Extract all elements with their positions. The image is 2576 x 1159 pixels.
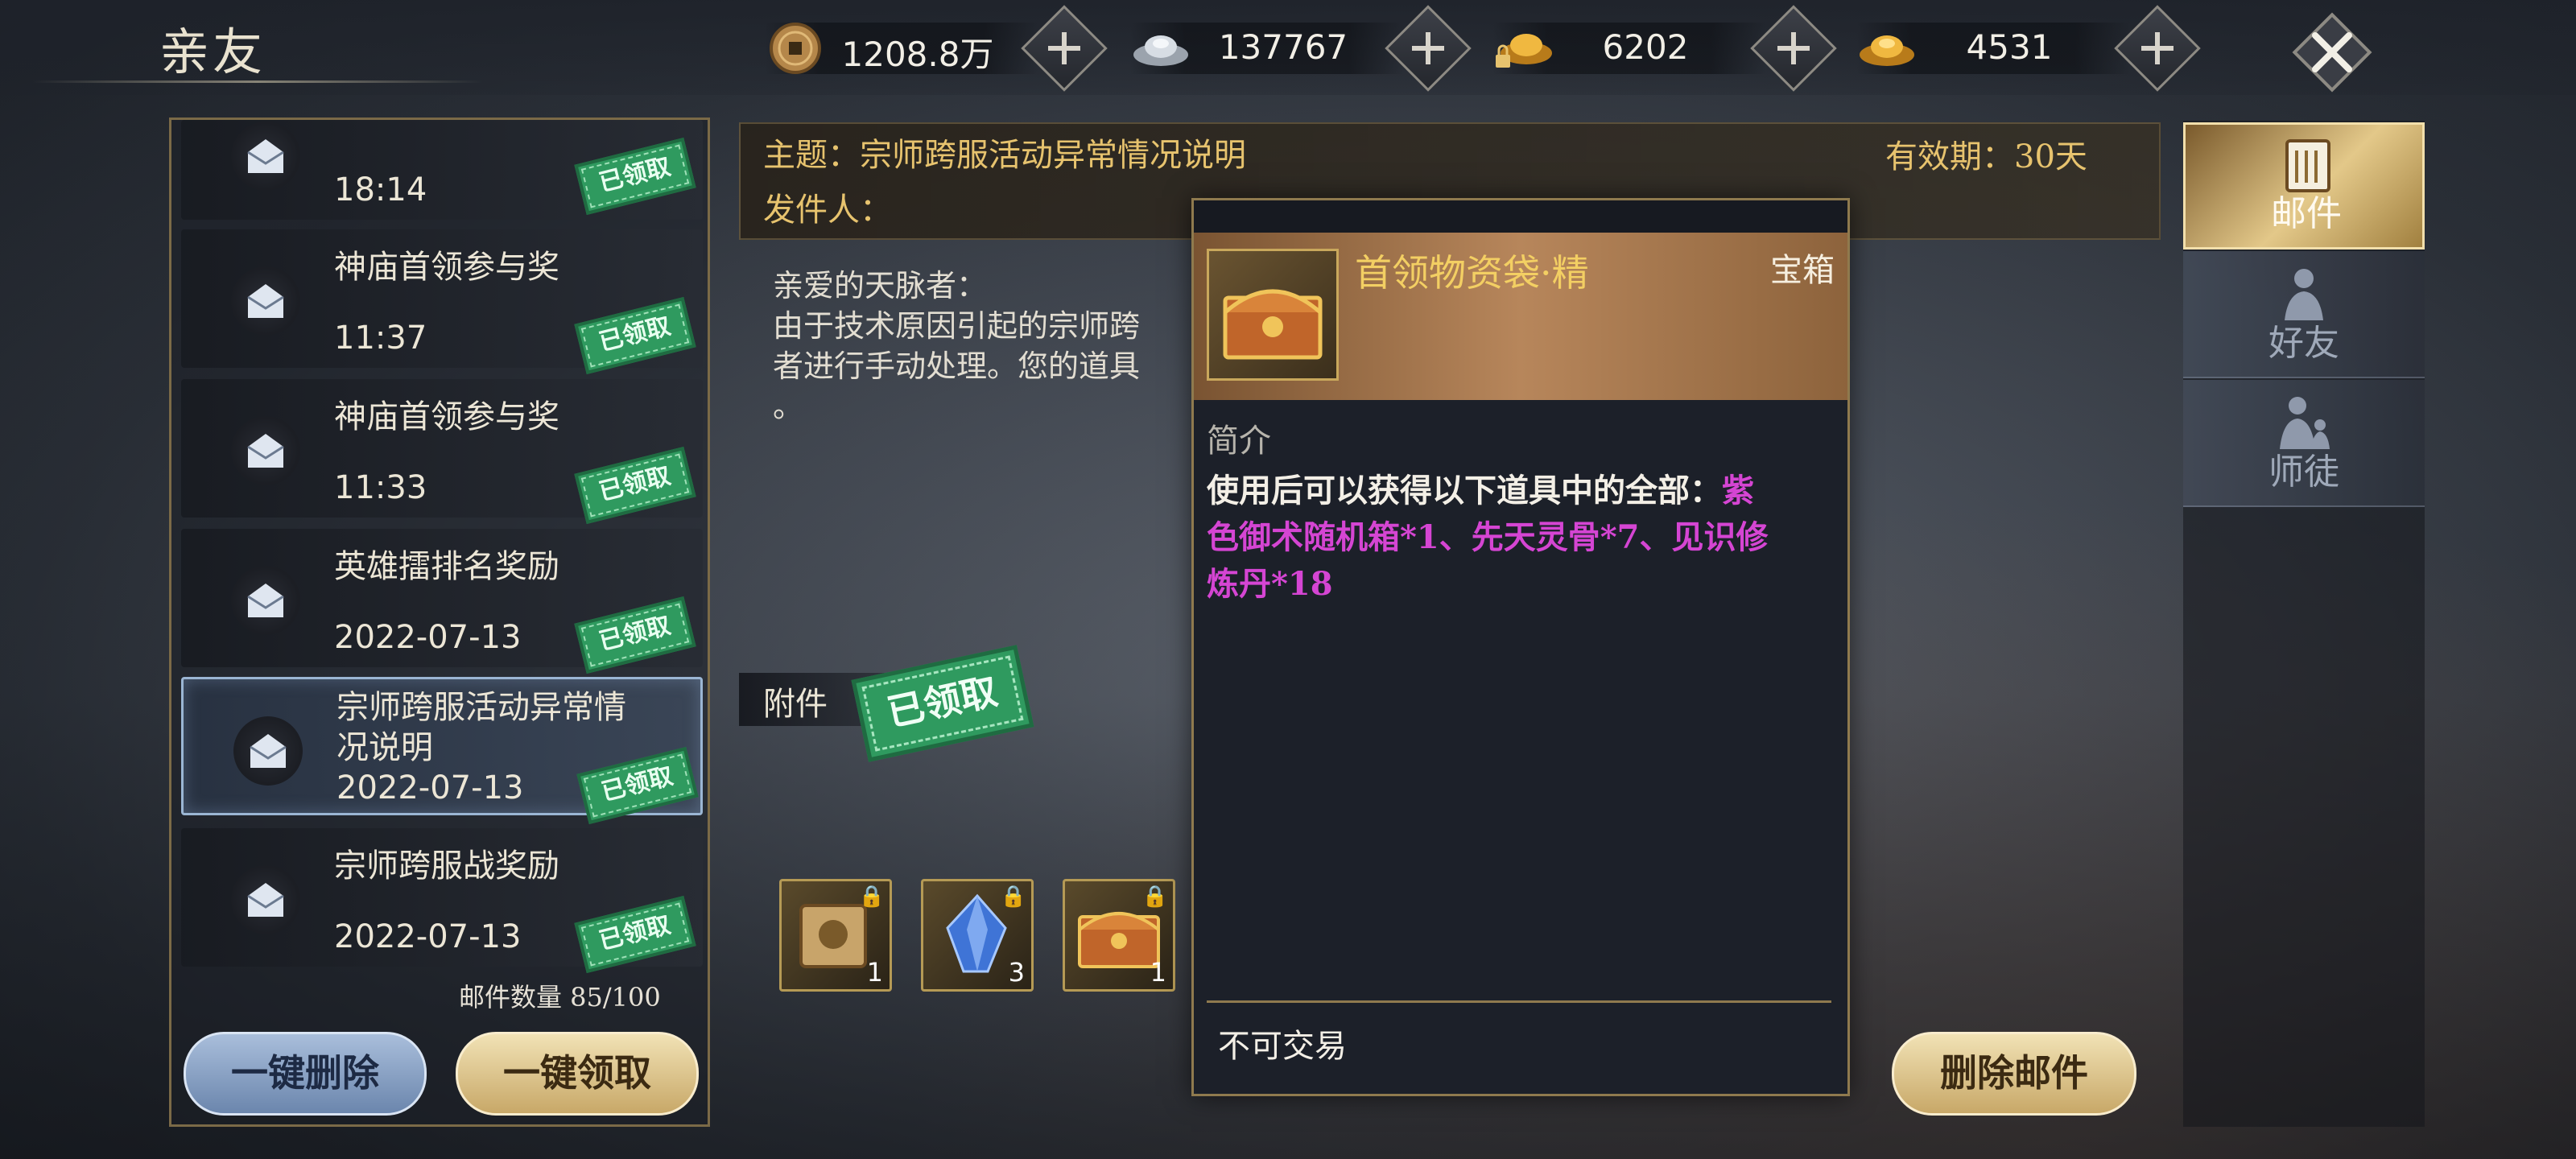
add-copper-button[interactable]: [1021, 5, 1108, 92]
envelope-icon: [231, 266, 300, 336]
mail-count: 邮件数量 85/100: [459, 982, 661, 1013]
top-bar: 亲友 1208.8万 137767 6202 4531: [0, 0, 2576, 95]
mail-title: 神庙首领参与奖: [334, 249, 559, 286]
gold-ingot-icon: [1860, 35, 1914, 66]
lock-icon: 🔒: [1000, 885, 1026, 909]
item-description: 使用后可以获得以下道具中的全部：紫 色御术随机箱*1、先天灵骨*7、见识修 炼丹…: [1207, 468, 1835, 608]
mail-title: 宗师跨服活动异常情况说明: [336, 689, 626, 766]
mail-validity: 有效期：30天: [1885, 138, 2087, 175]
page-title: 亲友: [159, 23, 266, 81]
mail-date: 11:37: [334, 320, 427, 357]
tab-label: 邮件: [2271, 193, 2342, 234]
silver-value: 137767: [1218, 27, 1348, 67]
envelope-icon: [231, 566, 300, 635]
tab-friends[interactable]: 好友: [2183, 251, 2425, 378]
description-line: 色御术随机箱*1、先天灵骨*7、见识修: [1207, 518, 1769, 556]
claimed-stamp: 已领取: [574, 447, 696, 524]
gold-value: 4531: [1966, 27, 2053, 67]
title-divider: [32, 80, 483, 83]
resource-locked-gold: 6202: [1492, 23, 1766, 74]
attachment-slot[interactable]: 🔒 1: [779, 879, 892, 992]
copper-coin-icon: [770, 23, 821, 74]
item-type: 宝箱: [1770, 252, 1835, 289]
claim-all-button[interactable]: 一键领取: [456, 1032, 699, 1116]
tab-label: 好友: [2268, 323, 2339, 364]
item-quantity: 1: [866, 957, 883, 988]
description-line: 使用后可以获得以下道具中的全部：紫: [1207, 472, 1754, 509]
item-quantity: 1: [1150, 957, 1166, 988]
list-item[interactable]: 神庙首领参与奖 11:37 已领取: [181, 229, 703, 374]
item-name: 首领物资袋·精: [1355, 251, 1589, 295]
locked-gold-ingot-icon: [1496, 34, 1552, 68]
close-icon[interactable]: [2288, 8, 2376, 97]
tab-mail[interactable]: 邮件: [2183, 122, 2425, 250]
mail-title: 英雄擂排名奖励: [334, 548, 559, 585]
resource-copper: 1208.8万: [765, 23, 1038, 74]
attachment-slot[interactable]: 🔒 1: [1063, 879, 1175, 992]
envelope-icon: [231, 865, 300, 934]
tooltip-section-title: 简介: [1207, 423, 1271, 460]
mail-sender: 发件人：: [763, 192, 892, 229]
delete-mail-button[interactable]: 删除邮件: [1892, 1032, 2136, 1116]
mail-title: 宗师跨服战奖励: [334, 848, 559, 885]
mail-date: 2022-07-13: [334, 918, 522, 955]
list-item-selected[interactable]: 宗师跨服活动异常情况说明 2022-07-13 已领取: [181, 677, 703, 824]
lock-icon: 🔒: [858, 885, 885, 909]
treasure-chest-icon: [1207, 249, 1339, 381]
envelope-icon: [233, 716, 303, 786]
mail-date: 18:14: [334, 171, 427, 208]
add-silver-button[interactable]: [1385, 5, 1472, 92]
envelope-icon: [231, 122, 300, 191]
mail-subject: 主题：宗师跨服活动异常情况说明: [763, 137, 1246, 174]
tab-master-disciple[interactable]: 师徒: [2183, 380, 2425, 507]
mail-title: 神庙首领参与奖: [334, 398, 559, 435]
attachment-label: 附件: [763, 686, 828, 723]
claimed-stamp: 已领取: [574, 138, 696, 215]
locked-gold-value: 6202: [1602, 27, 1689, 67]
attachment-slot[interactable]: 🔒 3: [921, 879, 1034, 992]
list-item[interactable]: 宗师跨服战奖励 2022-07-13 已领取: [181, 828, 703, 973]
tooltip-header: 首领物资袋·精 宝箱: [1194, 233, 1847, 400]
item-quantity: 3: [1008, 957, 1025, 988]
add-gold-button[interactable]: [2114, 5, 2201, 92]
list-item[interactable]: 神庙首领参与奖 11:33 已领取: [181, 379, 703, 524]
mail-list-panel: 18:14 已领取 神庙首领参与奖 11:37 已领取 神庙首领参与奖 11:3…: [169, 118, 710, 1127]
copper-value: 1208.8万: [841, 35, 994, 74]
list-item[interactable]: 18:14 已领取: [181, 120, 703, 220]
item-tooltip: 首领物资袋·精 宝箱 简介 使用后可以获得以下道具中的全部：紫 色御术随机箱*1…: [1191, 198, 1850, 1096]
trade-status: 不可交易: [1218, 1028, 1347, 1065]
add-locked-gold-button[interactable]: [1750, 5, 1837, 92]
list-item[interactable]: 英雄擂排名奖励 2022-07-13 已领取: [181, 529, 703, 674]
claimed-stamp: 已领取: [574, 596, 696, 674]
resource-gold: 4531: [1856, 23, 2130, 74]
delete-all-button[interactable]: 一键删除: [184, 1032, 427, 1116]
tooltip-divider: [1207, 1000, 1831, 1003]
description-line: 炼丹*18: [1207, 565, 1333, 603]
mail-date: 2022-07-13: [336, 769, 524, 806]
side-tabs: 邮件 好友 师徒: [2183, 121, 2425, 1127]
claimed-stamp: 已领取: [574, 297, 696, 374]
mail-date: 2022-07-13: [334, 619, 522, 656]
tab-label: 师徒: [2268, 452, 2339, 493]
tooltip-top-strip: [1194, 200, 1847, 233]
silver-ingot-icon: [1133, 35, 1188, 66]
envelope-icon: [231, 416, 300, 485]
claimed-stamp: 已领取: [574, 896, 696, 973]
mail-date: 11:33: [334, 469, 427, 506]
lock-icon: 🔒: [1141, 885, 1168, 909]
resource-silver: 137767: [1130, 23, 1404, 74]
